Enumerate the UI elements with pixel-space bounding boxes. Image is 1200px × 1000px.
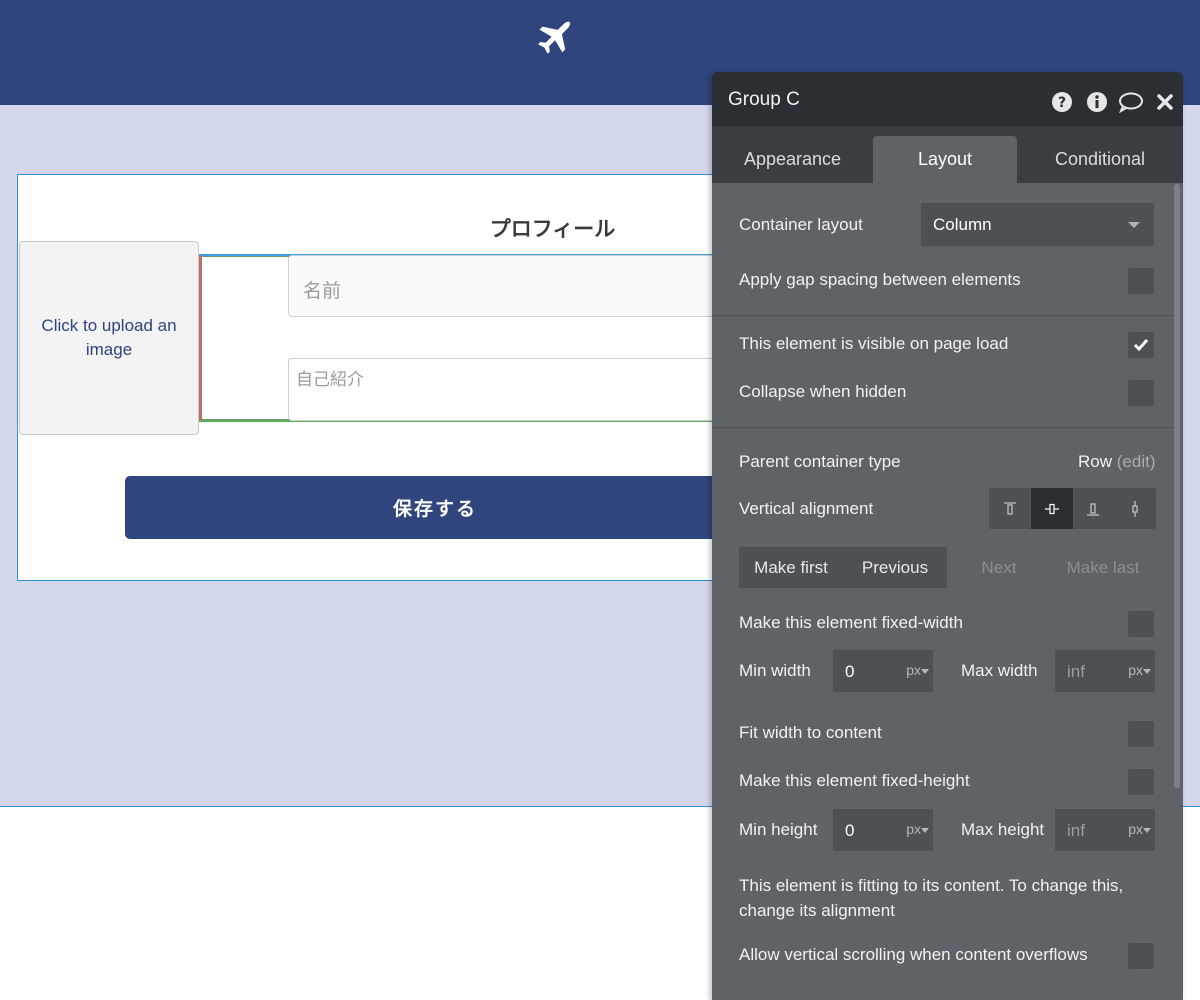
fitting-note: This element is fitting to its content. … (739, 876, 1124, 920)
parent-container-type: Row (1078, 452, 1113, 471)
tab-appearance[interactable]: Appearance (712, 136, 873, 183)
tab-conditional[interactable]: Conditional (1017, 136, 1183, 183)
min-height-unit[interactable]: px (906, 821, 921, 837)
chevron-down-icon (1143, 828, 1151, 833)
max-width-value: inf (1067, 662, 1085, 681)
divider (712, 315, 1174, 316)
profile-title: プロフィール (489, 217, 616, 241)
name-input[interactable]: 名前 (288, 255, 728, 317)
align-bottom-button[interactable] (1073, 488, 1115, 529)
collapse-hidden-checkbox[interactable] (1128, 380, 1154, 406)
max-height-input[interactable]: inf px (1055, 809, 1155, 851)
align-stretch-icon (1132, 500, 1138, 517)
min-height-input[interactable]: 0 px (833, 809, 933, 851)
next-button[interactable]: Next (947, 547, 1051, 588)
vertical-alignment-label: Vertical alignment (739, 499, 874, 518)
airplane-icon (538, 21, 571, 54)
align-center-button[interactable] (1030, 488, 1073, 529)
max-height-value: inf (1067, 821, 1085, 840)
parent-container-edit-link[interactable]: (edit) (1117, 452, 1156, 471)
panel-scrollbar-thumb[interactable] (1174, 184, 1180, 788)
comment-icon[interactable] (1118, 91, 1144, 113)
container-layout-label: Container layout (739, 215, 863, 234)
max-width-unit[interactable]: px (1128, 662, 1143, 678)
visible-on-load-checkbox[interactable] (1128, 332, 1154, 358)
gap-spacing-label: Apply gap spacing between elements (739, 270, 1021, 289)
bio-input[interactable]: 自己紹介 (288, 358, 728, 421)
tab-layout[interactable]: Layout (873, 136, 1017, 183)
image-uploader[interactable]: Click to upload an image (19, 241, 199, 435)
visible-on-load-label: This element is visible on page load (739, 334, 1009, 353)
align-stretch-button[interactable] (1114, 488, 1156, 529)
chevron-down-icon (921, 669, 929, 674)
fixed-height-checkbox[interactable] (1128, 769, 1154, 795)
previous-button[interactable]: Previous (843, 547, 947, 588)
max-width-label: Max width (961, 661, 1038, 680)
chevron-down-icon (1128, 222, 1140, 228)
fit-width-label: Fit width to content (739, 723, 882, 742)
chevron-down-icon (921, 828, 929, 833)
info-icon[interactable] (1086, 91, 1108, 113)
make-first-button[interactable]: Make first (739, 547, 843, 588)
fit-width-checkbox[interactable] (1128, 721, 1154, 747)
parent-container-value: Row (edit) (1078, 452, 1155, 472)
fixed-height-label: Make this element fixed-height (739, 771, 970, 790)
divider (712, 427, 1174, 428)
min-height-value: 0 (845, 821, 855, 840)
chevron-down-icon (1143, 669, 1151, 674)
checkmark-icon (1133, 339, 1149, 352)
help-icon[interactable]: ? (1051, 91, 1073, 113)
min-width-unit[interactable]: px (906, 662, 921, 678)
max-width-input[interactable]: inf px (1055, 650, 1155, 692)
property-editor-panel[interactable]: Group C ? Appearance Layout Conditional … (712, 72, 1183, 1000)
parent-container-label: Parent container type (739, 452, 901, 471)
min-height-label: Min height (739, 820, 818, 839)
panel-title: Group C (728, 89, 800, 110)
max-height-unit[interactable]: px (1128, 821, 1143, 837)
min-width-label: Min width (739, 661, 811, 680)
collapse-hidden-label: Collapse when hidden (739, 382, 907, 401)
vertical-alignment-group (989, 488, 1156, 529)
upload-label: Click to upload an image (41, 316, 177, 359)
align-top-button[interactable] (989, 488, 1031, 529)
close-icon[interactable] (1155, 91, 1175, 113)
min-width-input[interactable]: 0 px (833, 650, 933, 692)
container-layout-select[interactable]: Column (921, 203, 1154, 246)
svg-text:?: ? (1058, 95, 1066, 111)
save-button[interactable]: 保存する (125, 476, 745, 539)
make-last-button[interactable]: Make last (1051, 547, 1155, 588)
element-order-group: Make first Previous Next Make last (739, 547, 1155, 588)
gap-spacing-checkbox[interactable] (1128, 268, 1154, 294)
max-height-label: Max height (961, 820, 1045, 839)
container-layout-value: Column (933, 214, 992, 234)
fixed-width-checkbox[interactable] (1128, 611, 1154, 637)
align-top-icon (1003, 501, 1016, 515)
align-bottom-icon (1087, 502, 1100, 516)
panel-header: Group C ? (712, 72, 1183, 126)
vertical-scroll-checkbox[interactable] (1128, 943, 1154, 969)
vertical-scroll-label: Allow vertical scrolling when content ov… (739, 945, 1088, 964)
align-center-icon (1044, 503, 1059, 514)
fixed-width-label: Make this element fixed-width (739, 613, 963, 632)
min-width-value: 0 (845, 662, 855, 681)
